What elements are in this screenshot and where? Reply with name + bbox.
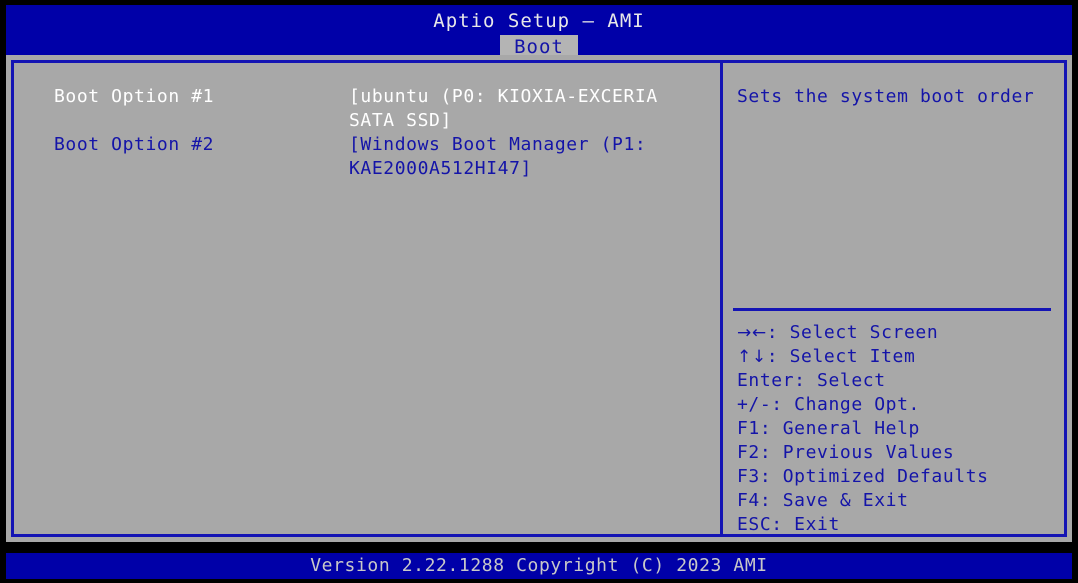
settings-panel: Boot Option #1 [ubuntu (P0: KIOXIA-EXCER…: [14, 63, 723, 534]
key-legend: →←: Select Screen ↑↓: Select Item Enter:…: [737, 321, 1057, 537]
arrow-left-right-icon: →←: [737, 323, 767, 343]
boot-option-1-value[interactable]: [ubuntu (P0: KIOXIA-EXCERIA SATA SSD]: [349, 85, 720, 133]
body-frame: Boot Option #1 [ubuntu (P0: KIOXIA-EXCER…: [6, 55, 1072, 542]
key-legend-line-esc: ESC: Exit: [737, 514, 840, 535]
key-legend-line-f1: F1: General Help: [737, 418, 920, 439]
arrow-up-down-icon: ↑↓: [737, 347, 767, 367]
boot-option-row-1[interactable]: Boot Option #1 [ubuntu (P0: KIOXIA-EXCER…: [14, 85, 720, 133]
panel-box: Boot Option #1 [ubuntu (P0: KIOXIA-EXCER…: [11, 60, 1067, 537]
key-legend-line-enter: Enter: Select: [737, 370, 886, 391]
key-legend-line-f3: F3: Optimized Defaults: [737, 466, 989, 487]
boot-option-2-label: Boot Option #2: [54, 134, 215, 155]
key-legend-line-select-item: ↑↓: Select Item: [737, 345, 1057, 369]
version-text: Version 2.22.1288 Copyright (C) 2023 AMI: [310, 555, 768, 576]
boot-option-2-value[interactable]: [Windows Boot Manager (P1: KAE2000A512HI…: [349, 133, 720, 181]
key-legend-text: : Select Screen: [766, 322, 939, 343]
help-divider: [733, 308, 1051, 311]
boot-option-1-label: Boot Option #1: [54, 86, 215, 107]
boot-option-row-2[interactable]: Boot Option #2 [Windows Boot Manager (P1…: [14, 133, 720, 181]
key-legend-line-f2: F2: Previous Values: [737, 442, 955, 463]
help-panel: Sets the system boot order →←: Select Sc…: [723, 63, 1064, 537]
help-description: Sets the system boot order: [737, 86, 1035, 107]
key-legend-line-change-opt: +/-: Change Opt.: [737, 394, 920, 415]
header-bar: Aptio Setup – AMI Boot: [6, 5, 1072, 60]
page-title: Aptio Setup – AMI: [433, 10, 645, 32]
key-legend-line-f4: F4: Save & Exit: [737, 490, 909, 511]
footer-bar: Version 2.22.1288 Copyright (C) 2023 AMI: [6, 553, 1072, 579]
key-legend-line-select-screen: →←: Select Screen: [737, 321, 1057, 345]
key-legend-text: : Select Item: [766, 346, 916, 367]
bios-setup-screen: Aptio Setup – AMI Boot Boot Option #1 [u…: [0, 0, 1078, 583]
